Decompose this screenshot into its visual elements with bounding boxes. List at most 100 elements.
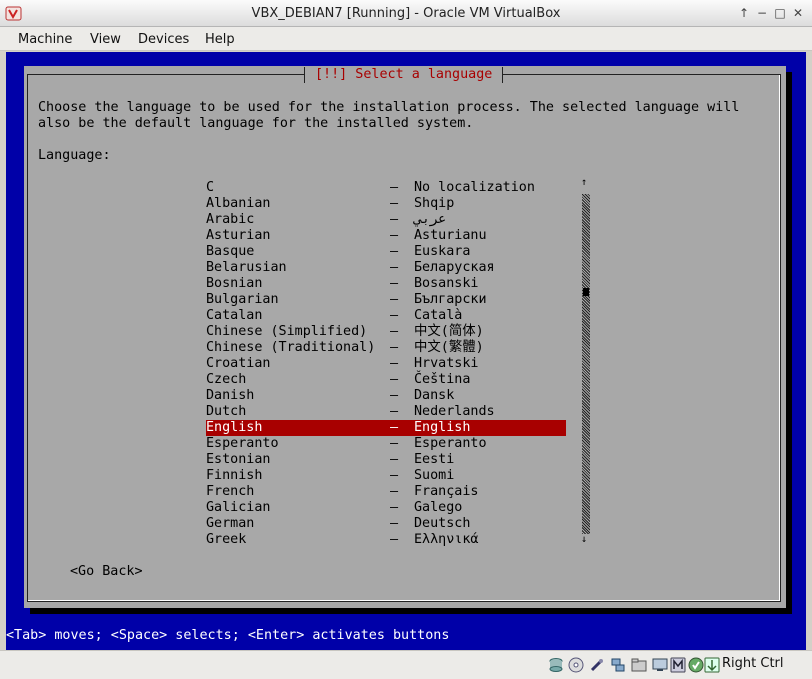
shared-folders-icon[interactable] xyxy=(631,657,647,673)
language-native-name: English xyxy=(414,420,471,435)
up-arrow-icon[interactable]: ↑ xyxy=(736,5,752,21)
language-option[interactable]: Bulgarian – Български xyxy=(206,292,566,308)
language-separator: – xyxy=(390,324,399,339)
language-name: Chinese (Simplified) xyxy=(206,324,368,339)
menu-help[interactable]: Help xyxy=(205,32,235,47)
language-option[interactable]: Asturian – Asturianu xyxy=(206,228,566,244)
language-option[interactable]: Basque – Euskara xyxy=(206,244,566,260)
language-name: Galician xyxy=(206,500,271,515)
dialog-title: [!!] Select a language xyxy=(304,67,504,83)
language-option[interactable]: Catalan – Català xyxy=(206,308,566,324)
language-separator: – xyxy=(390,244,399,259)
language-separator: – xyxy=(390,372,399,387)
language-option[interactable]: Bosnian – Bosanski xyxy=(206,276,566,292)
language-native-name: Català xyxy=(414,308,463,323)
go-back-button[interactable]: <Go Back> xyxy=(70,564,143,580)
menu-devices[interactable]: Devices xyxy=(138,32,189,47)
language-separator: – xyxy=(390,276,399,291)
language-native-name: Dansk xyxy=(414,388,455,403)
language-list-scrollbar[interactable]: ↑ ↓ xyxy=(581,177,590,548)
intro-text: Choose the language to be used for the i… xyxy=(38,100,740,131)
video-capture-icon[interactable] xyxy=(670,657,686,673)
language-name: Bulgarian xyxy=(206,292,279,307)
window-titlebar[interactable]: VBX_DEBIAN7 [Running] - Oracle VM Virtua… xyxy=(0,0,812,27)
language-option[interactable]: Danish – Dansk xyxy=(206,388,566,404)
language-option[interactable]: Greek – Ελληνικά xyxy=(206,532,566,548)
language-name: English xyxy=(206,420,263,435)
optical-drive-icon[interactable] xyxy=(568,657,584,673)
language-option[interactable]: German – Deutsch xyxy=(206,516,566,532)
language-native-name: Suomi xyxy=(414,468,455,483)
language-option[interactable]: Chinese (Traditional) – 中文(繁體) xyxy=(206,340,566,356)
language-separator: – xyxy=(390,420,399,435)
language-separator: – xyxy=(390,260,399,275)
language-native-name: Shqip xyxy=(414,196,455,211)
language-native-name: Deutsch xyxy=(414,516,471,531)
language-native-name: Ελληνικά xyxy=(414,532,479,547)
window-title: VBX_DEBIAN7 [Running] - Oracle VM Virtua… xyxy=(251,6,561,21)
language-separator: – xyxy=(390,340,399,355)
language-native-name: Français xyxy=(414,484,479,499)
language-native-name: Беларуская xyxy=(414,260,495,275)
language-list[interactable]: C – No localization Albanian – Shqip Arabic – عر… xyxy=(206,180,566,548)
close-icon[interactable]: ✕ xyxy=(790,5,806,21)
language-dialog: [!!] Select a language Choose the langua… xyxy=(24,66,786,608)
language-name: Chinese (Traditional) xyxy=(206,340,376,355)
language-native-name: 中文(简体) xyxy=(414,324,484,339)
display-icon[interactable] xyxy=(652,657,668,673)
language-option[interactable]: Albanian – Shqip xyxy=(206,196,566,212)
language-option[interactable]: French – Français xyxy=(206,484,566,500)
language-native-name: Esperanto xyxy=(414,436,487,451)
hard-disk-icon[interactable] xyxy=(548,657,564,673)
mouse-integration-icon[interactable] xyxy=(704,657,720,673)
language-option[interactable]: C – No localization xyxy=(206,180,566,196)
language-option[interactable]: Esperanto – Esperanto xyxy=(206,436,566,452)
language-name: C xyxy=(206,180,215,195)
language-separator: – xyxy=(390,388,399,403)
vm-statusbar: Right Ctrl xyxy=(0,650,812,679)
language-option[interactable]: Chinese (Simplified) – 中文(简体) xyxy=(206,324,566,340)
language-separator: – xyxy=(390,196,399,211)
language-name: Czech xyxy=(206,372,247,387)
language-option[interactable]: Estonian – Eesti xyxy=(206,452,566,468)
language-separator: – xyxy=(390,404,399,419)
language-separator: – xyxy=(390,308,399,323)
maximize-icon[interactable]: □ xyxy=(772,5,788,21)
language-option[interactable]: Arabic – عربي xyxy=(206,212,566,228)
language-name: Belarusian xyxy=(206,260,287,275)
usb-icon[interactable] xyxy=(589,657,605,673)
menu-machine[interactable]: Machine xyxy=(18,32,72,47)
language-option-selected[interactable]: English – English xyxy=(206,420,566,436)
language-native-name: عربي xyxy=(414,212,447,227)
language-name: Asturian xyxy=(206,228,271,243)
scroll-up-arrow-icon[interactable]: ↑ xyxy=(581,177,587,188)
language-option[interactable]: Galician – Galego xyxy=(206,500,566,516)
vm-display[interactable]: [!!] Select a language Choose the langua… xyxy=(6,52,806,650)
language-separator: – xyxy=(390,180,399,195)
language-native-name: Български xyxy=(414,292,487,307)
language-option[interactable]: Dutch – Nederlands xyxy=(206,404,566,420)
minimize-icon[interactable]: − xyxy=(754,5,770,21)
language-option[interactable]: Czech – Čeština xyxy=(206,372,566,388)
scroll-down-arrow-icon[interactable]: ↓ xyxy=(581,534,587,545)
language-separator: – xyxy=(390,516,399,531)
language-name: Finnish xyxy=(206,468,263,483)
language-separator: – xyxy=(390,452,399,467)
language-separator: – xyxy=(390,228,399,243)
language-native-name: Hrvatski xyxy=(414,356,479,371)
scrollbar-track[interactable] xyxy=(582,194,590,534)
language-option[interactable]: Belarusian – Беларуская xyxy=(206,260,566,276)
language-native-name: Galego xyxy=(414,500,463,515)
language-separator: – xyxy=(390,292,399,307)
language-option[interactable]: Finnish – Suomi xyxy=(206,468,566,484)
language-name: Estonian xyxy=(206,452,271,467)
language-native-name: Nederlands xyxy=(414,404,495,419)
menu-view[interactable]: View xyxy=(90,32,121,47)
language-native-name: No localization xyxy=(414,180,535,195)
language-name: Esperanto xyxy=(206,436,279,451)
language-option[interactable]: Croatian – Hrvatski xyxy=(206,356,566,372)
network-icon[interactable] xyxy=(610,657,626,673)
scrollbar-thumb[interactable] xyxy=(583,288,589,296)
language-separator: – xyxy=(390,468,399,483)
language-name: Danish xyxy=(206,388,255,403)
